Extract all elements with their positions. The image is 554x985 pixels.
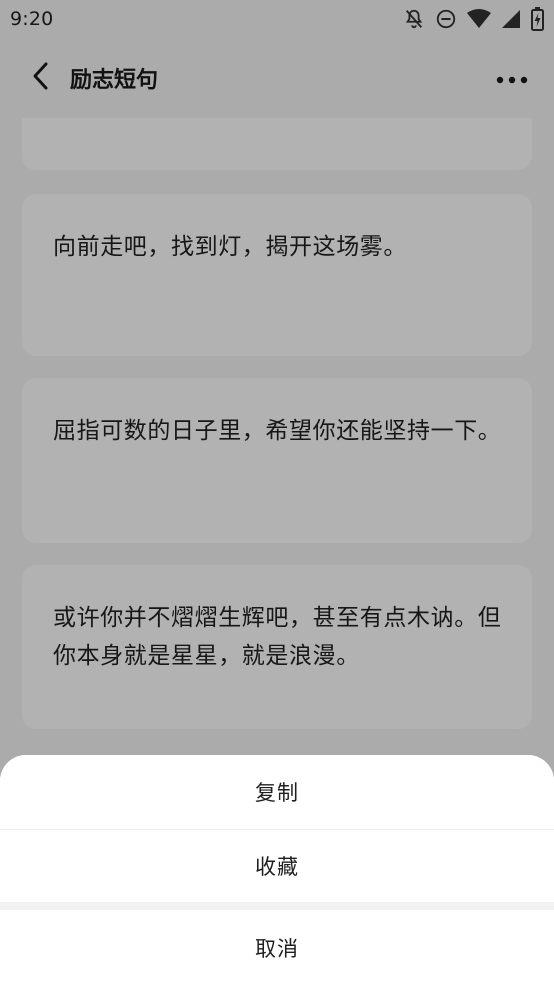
sheet-gap (0, 902, 554, 910)
copy-button[interactable]: 复制 (0, 755, 554, 829)
action-sheet: 复制 收藏 取消 (0, 755, 554, 985)
cancel-button[interactable]: 取消 (0, 910, 554, 985)
cancel-label: 取消 (255, 936, 299, 961)
copy-label: 复制 (255, 781, 299, 805)
favorite-button[interactable]: 收藏 (0, 830, 554, 902)
favorite-label: 收藏 (255, 855, 299, 879)
